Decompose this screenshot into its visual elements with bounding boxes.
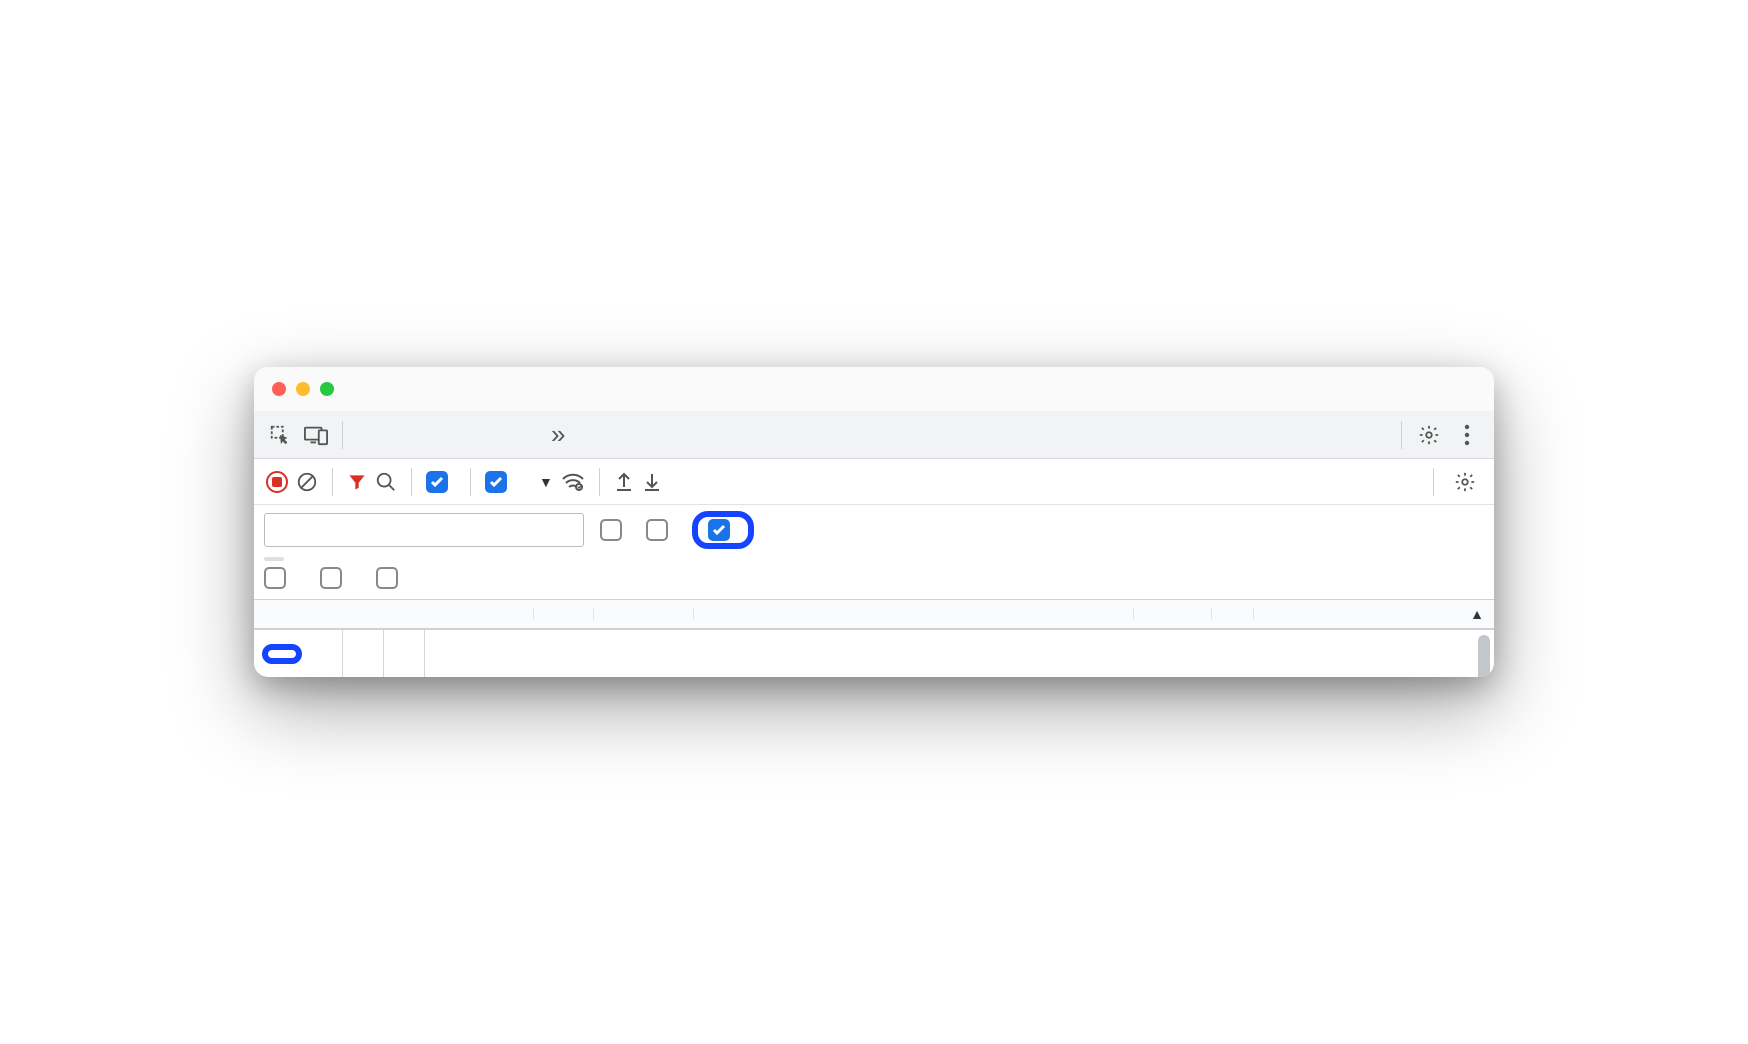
status-bar — [254, 629, 1494, 677]
network-conditions-icon[interactable] — [561, 471, 585, 493]
more-options-icon[interactable] — [1450, 418, 1484, 452]
throttling-select[interactable]: ▼ — [529, 474, 553, 490]
upload-har-icon[interactable] — [614, 471, 634, 493]
divider — [599, 468, 600, 496]
invert-checkbox[interactable] — [600, 519, 630, 541]
panel-tabs — [363, 425, 533, 444]
type-other[interactable] — [726, 557, 746, 561]
type-all[interactable] — [264, 557, 284, 561]
devtools-window: » ▼ — [254, 367, 1494, 677]
filter-bar — [254, 505, 1494, 553]
maximize-window-button[interactable] — [320, 382, 334, 396]
type-media[interactable] — [474, 557, 494, 561]
type-wasm[interactable] — [642, 557, 662, 561]
minimize-window-button[interactable] — [296, 382, 310, 396]
disable-cache-checkbox[interactable] — [485, 471, 515, 493]
divider — [1433, 468, 1434, 496]
type-js[interactable] — [348, 557, 368, 561]
clear-button[interactable] — [296, 471, 318, 493]
type-fetch-xhr[interactable] — [306, 557, 326, 561]
hide-extension-urls-checkbox[interactable] — [708, 519, 738, 541]
type-font[interactable] — [516, 557, 536, 561]
type-ws[interactable] — [600, 557, 620, 561]
header-status[interactable] — [534, 608, 594, 620]
type-doc[interactable] — [558, 557, 578, 561]
requests-count-highlight — [262, 644, 302, 664]
divider — [411, 468, 412, 496]
header-size[interactable] — [1134, 608, 1212, 620]
filter-input[interactable] — [264, 513, 584, 547]
hide-extension-urls-highlight — [692, 511, 754, 549]
window-controls — [272, 382, 334, 396]
third-party-checkbox[interactable] — [376, 567, 406, 589]
device-toolbar-icon[interactable] — [300, 419, 332, 451]
sort-indicator-icon: ▲ — [1470, 606, 1484, 622]
search-icon[interactable] — [375, 471, 397, 493]
header-time[interactable] — [1212, 608, 1254, 620]
divider — [470, 468, 471, 496]
header-type[interactable] — [594, 608, 694, 620]
finish-time — [384, 630, 425, 677]
network-settings-icon[interactable] — [1448, 465, 1482, 499]
settings-icon[interactable] — [1412, 418, 1446, 452]
divider — [332, 468, 333, 496]
extra-filters — [254, 567, 1494, 600]
header-waterfall[interactable]: ▲ — [1254, 600, 1494, 628]
type-manifest[interactable] — [684, 557, 704, 561]
record-button[interactable] — [266, 471, 288, 493]
scrollbar[interactable] — [1478, 635, 1490, 677]
type-img[interactable] — [432, 557, 452, 561]
network-toolbar: ▼ — [254, 459, 1494, 505]
transferred-size — [302, 630, 343, 677]
filter-icon[interactable] — [347, 472, 367, 492]
inspect-element-icon[interactable] — [264, 419, 296, 451]
type-css[interactable] — [390, 557, 410, 561]
divider — [342, 421, 343, 449]
domcontentloaded-time — [425, 630, 465, 677]
header-name[interactable] — [254, 608, 534, 620]
request-type-filter — [254, 553, 1494, 567]
more-tabs-button[interactable]: » — [551, 419, 565, 450]
titlebar — [254, 367, 1494, 411]
divider — [1401, 421, 1402, 449]
hide-data-urls-checkbox[interactable] — [646, 519, 676, 541]
blocked-requests-checkbox[interactable] — [320, 567, 350, 589]
requests-table-header: ▲ — [254, 600, 1494, 629]
blocked-cookies-checkbox[interactable] — [264, 567, 294, 589]
chevron-down-icon: ▼ — [539, 474, 553, 490]
header-initiator[interactable] — [694, 608, 1134, 620]
close-window-button[interactable] — [272, 382, 286, 396]
preserve-log-checkbox[interactable] — [426, 471, 456, 493]
resources-size — [343, 630, 384, 677]
panel-tabs-bar: » — [254, 411, 1494, 459]
download-har-icon[interactable] — [642, 471, 662, 493]
